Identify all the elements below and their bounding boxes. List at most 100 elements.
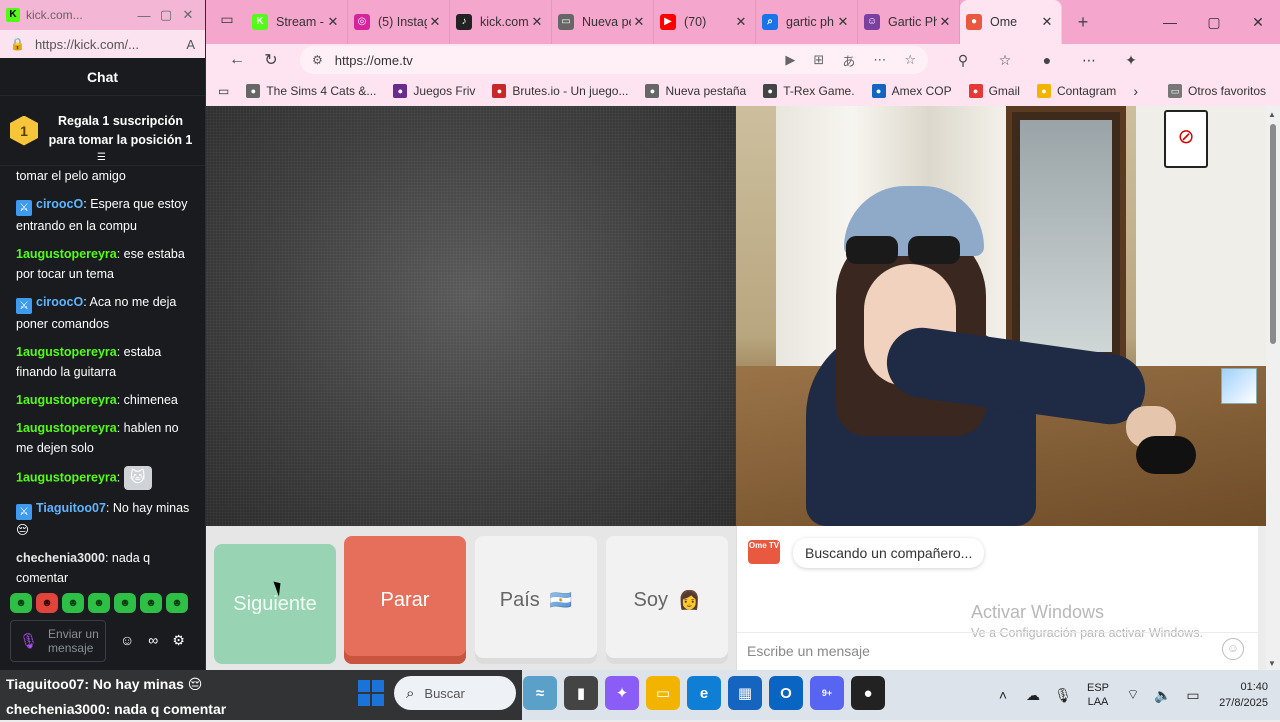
tab[interactable]: ♪ kick.com/✕: [450, 0, 552, 44]
profile-avatar-icon[interactable]: ●: [1026, 52, 1068, 68]
tab[interactable]: K Stream - ✕: [246, 0, 348, 44]
chevron-up-icon[interactable]: ˄: [988, 687, 1018, 703]
tab-close-icon[interactable]: ✕: [427, 14, 443, 30]
tab-close-icon[interactable]: ✕: [1039, 14, 1055, 30]
wifi-icon[interactable]: ⌔: [1118, 686, 1148, 704]
favorite-item[interactable]: ● The Sims 4 Cats &...: [246, 84, 376, 98]
tab-close-icon[interactable]: ✕: [733, 14, 749, 30]
favorite-item[interactable]: ● T-Rex Game.: [763, 84, 855, 98]
tab[interactable]: ● Ome ✕: [960, 0, 1062, 44]
refresh-icon[interactable]: ↻: [254, 50, 288, 70]
maximize-icon[interactable]: ▢: [1192, 14, 1236, 31]
ome-chat-input[interactable]: Escribe un mensaje: [737, 632, 1259, 668]
split-screen-icon[interactable]: ⊞: [813, 52, 824, 68]
close-icon[interactable]: ✕: [177, 7, 199, 23]
volume-icon[interactable]: 🔈: [1148, 687, 1178, 704]
chat-username[interactable]: chechenia3000: [16, 551, 105, 565]
start-button[interactable]: [358, 680, 384, 706]
emote-icon[interactable]: ☻: [36, 593, 58, 613]
scroll-thumb[interactable]: [1270, 124, 1276, 344]
folder-app-icon[interactable]: ▭: [646, 676, 680, 710]
more-options-icon[interactable]: ⋯: [873, 52, 886, 68]
chat-username[interactable]: 1augustopereyra: [16, 345, 117, 359]
favorite-item[interactable]: ● Amex COP: [871, 84, 952, 98]
favorite-item[interactable]: ● Brutes.io - Un juego...: [492, 84, 628, 98]
widgets-icon[interactable]: ≈: [523, 676, 557, 710]
site-info-icon[interactable]: ⚙: [312, 53, 323, 67]
tab-close-icon[interactable]: ✕: [529, 14, 545, 30]
next-button[interactable]: Siguiente: [214, 544, 336, 664]
chat-username[interactable]: ciroocO: [36, 295, 83, 309]
emoji-picker-icon[interactable]: ☺: [1222, 638, 1244, 660]
chat-username[interactable]: 1augustopereyra: [16, 393, 117, 407]
emote-icon[interactable]: ☻: [88, 593, 110, 613]
gender-button[interactable]: Soy 👩: [606, 536, 728, 664]
copilot-icon[interactable]: ✦: [1110, 52, 1152, 69]
maximize-icon[interactable]: ▢: [155, 7, 177, 23]
tab-close-icon[interactable]: ✕: [937, 14, 953, 30]
minimize-icon[interactable]: —: [133, 8, 155, 23]
favorite-item[interactable]: ● Juegos Friv: [393, 84, 475, 98]
obs-app-icon[interactable]: ●: [851, 676, 885, 710]
read-aloud-icon[interactable]: A: [186, 37, 195, 52]
edge-app-icon[interactable]: e: [687, 676, 721, 710]
mic-tray-icon[interactable]: 🎙: [1048, 687, 1078, 704]
tab-close-icon[interactable]: ✕: [325, 14, 341, 30]
other-favorites[interactable]: ▭ Otros favoritos: [1167, 84, 1266, 98]
emote-icon[interactable]: ☻: [10, 593, 32, 613]
chat-username[interactable]: 1augustopereyra: [16, 421, 117, 435]
emote-icon[interactable]: ☻: [114, 593, 136, 613]
battery-icon[interactable]: ▭: [1178, 687, 1208, 704]
copilot-app-icon[interactable]: ✦: [605, 676, 639, 710]
emote-icon[interactable]: ☻: [166, 593, 188, 613]
tab[interactable]: ⌕ gartic ph ✕: [756, 0, 858, 44]
favorites-icon[interactable]: ☆: [984, 52, 1026, 69]
tab[interactable]: ▶ (70) ✕: [654, 0, 756, 44]
minimize-icon[interactable]: —: [1148, 14, 1192, 31]
favorite-item[interactable]: ● Nueva pestaña: [645, 84, 746, 98]
chevron-right-icon[interactable]: ›: [1133, 83, 1138, 99]
tab[interactable]: ◎ (5) Instag ✕: [348, 0, 450, 44]
page-scrollbar[interactable]: ▲ ▼: [1266, 106, 1280, 670]
favorite-item[interactable]: ● Gmail: [968, 84, 1020, 98]
favorite-star-icon[interactable]: ☆: [904, 52, 916, 68]
tab-actions-icon[interactable]: ▭: [216, 11, 238, 33]
new-tab-button[interactable]: +: [1068, 12, 1098, 33]
gear-icon[interactable]: ⚙: [172, 632, 185, 649]
tab-close-icon[interactable]: ✕: [835, 14, 851, 30]
emoji-icon[interactable]: ☺: [120, 632, 134, 649]
mic-icon[interactable]: 🎙: [19, 632, 38, 650]
cloud-icon[interactable]: ☁: [1018, 687, 1048, 704]
chat-username[interactable]: ciroocO: [36, 197, 83, 211]
kick-url-bar[interactable]: 🔒 https://kick.com/... A: [0, 30, 205, 58]
tab[interactable]: ☺ Gartic Ph ✕: [858, 0, 960, 44]
discord-app-icon[interactable]: 9+: [810, 676, 844, 710]
camera-icon[interactable]: ▶: [785, 52, 795, 68]
file-explorer-icon[interactable]: ▮: [564, 676, 598, 710]
chat-username[interactable]: 1augustopereyra: [16, 470, 117, 484]
store-app-icon[interactable]: ▦: [728, 676, 762, 710]
chat-username[interactable]: 1augustopereyra: [16, 247, 117, 261]
close-icon[interactable]: ✕: [1236, 14, 1280, 31]
emote-icon[interactable]: ☻: [140, 593, 162, 613]
tab-close-icon[interactable]: ✕: [631, 14, 647, 30]
settings-menu-icon[interactable]: ⋯: [1068, 52, 1110, 69]
country-button[interactable]: País 🇦🇷: [475, 536, 597, 664]
stop-button[interactable]: Parar: [344, 536, 466, 664]
translate-icon[interactable]: あ: [842, 51, 855, 70]
infinity-icon[interactable]: ∞: [148, 632, 158, 649]
collapse-icon[interactable]: ☰: [97, 148, 106, 167]
chat-input[interactable]: 🎙 Enviar un mensaje: [10, 620, 106, 662]
tab[interactable]: ▭ Nueva pe ✕: [552, 0, 654, 44]
taskbar-search[interactable]: ⌕ Buscar: [394, 676, 516, 710]
reading-list-icon[interactable]: ▭: [218, 84, 229, 98]
emote-icon[interactable]: ☻: [62, 593, 84, 613]
outlook-app-icon[interactable]: O: [769, 676, 803, 710]
language-indicator[interactable]: ESP LAA: [1078, 681, 1118, 709]
chat-username[interactable]: Tiaguitoo07: [36, 501, 106, 515]
clock[interactable]: 01:40 27/8/2025: [1208, 679, 1280, 711]
scroll-down-icon[interactable]: ▼: [1268, 659, 1276, 668]
sub-promo[interactable]: 1 Regala 1 suscripción para tomar la pos…: [0, 96, 205, 166]
address-bar[interactable]: ⚙ https://ome.tv ▶ ⊞ あ ⋯ ☆: [300, 46, 928, 74]
scroll-up-icon[interactable]: ▲: [1268, 110, 1276, 119]
